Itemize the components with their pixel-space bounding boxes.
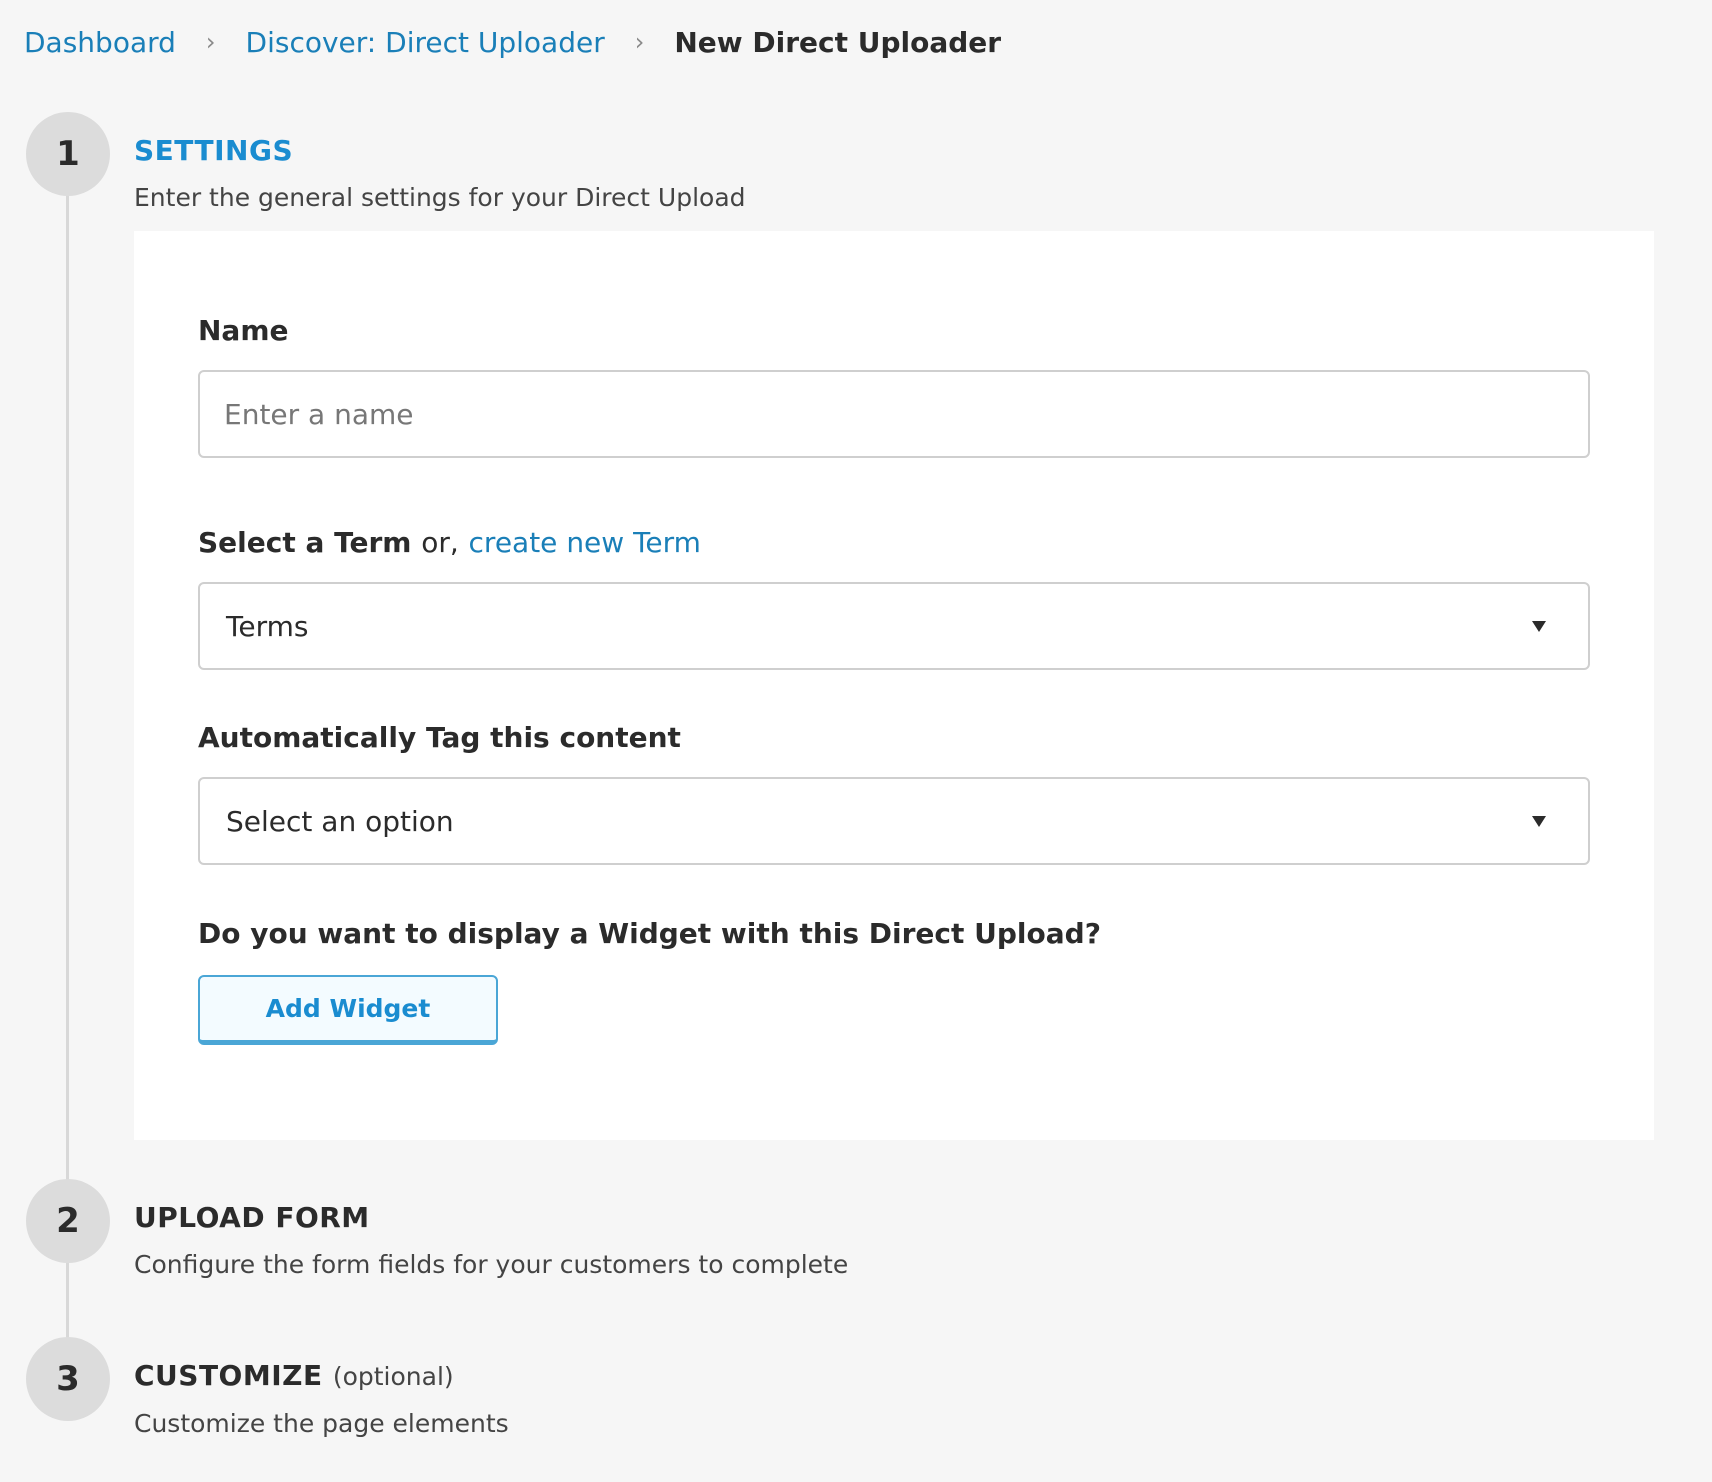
step-1-circle: 1	[26, 112, 110, 196]
auto-tag-select-value: Select an option	[226, 804, 454, 838]
auto-tag-label: Automatically Tag this content	[198, 721, 681, 754]
step-1-title: SETTINGS	[134, 134, 294, 167]
term-select[interactable]: Terms	[198, 582, 1590, 670]
step-3-optional: (optional)	[332, 1362, 454, 1391]
step-connector-2-3	[66, 1262, 69, 1342]
step-2-circle: 2	[26, 1179, 110, 1263]
step-connector-1-2	[66, 195, 69, 1195]
chevron-right-icon: ›	[634, 28, 645, 56]
term-select-value: Terms	[226, 609, 309, 643]
step-2-title: UPLOAD FORM	[134, 1201, 370, 1234]
create-new-term-link[interactable]: create new Term	[469, 526, 701, 559]
step-3-circle: 3	[26, 1337, 110, 1421]
caret-down-icon	[1532, 620, 1546, 632]
widget-question-label: Do you want to display a Widget with thi…	[198, 917, 1101, 950]
term-label: Select a Term	[198, 526, 412, 559]
name-input[interactable]	[198, 370, 1590, 458]
add-widget-button[interactable]: Add Widget	[198, 975, 498, 1045]
step-2-description: Configure the form fields for your custo…	[134, 1250, 849, 1279]
breadcrumb-dashboard-link[interactable]: Dashboard	[24, 26, 176, 59]
name-label: Name	[198, 314, 289, 347]
step-3-description: Customize the page elements	[134, 1409, 509, 1438]
term-or-text: or,	[421, 526, 459, 559]
auto-tag-select[interactable]: Select an option	[198, 777, 1590, 865]
chevron-right-icon: ›	[205, 28, 216, 56]
breadcrumb-current: New Direct Uploader	[674, 25, 1002, 59]
step-3-title-row: CUSTOMIZE (optional)	[134, 1359, 454, 1392]
breadcrumb: Dashboard › Discover: Direct Uploader › …	[24, 22, 1001, 62]
caret-down-icon	[1532, 815, 1546, 827]
breadcrumb-discover-link[interactable]: Discover: Direct Uploader	[246, 26, 605, 59]
settings-panel: Name Select a Term or, create new Term T…	[134, 231, 1654, 1140]
term-label-row: Select a Term or, create new Term	[198, 526, 701, 559]
step-3-title: CUSTOMIZE	[134, 1359, 323, 1392]
step-1-description: Enter the general settings for your Dire…	[134, 183, 746, 212]
